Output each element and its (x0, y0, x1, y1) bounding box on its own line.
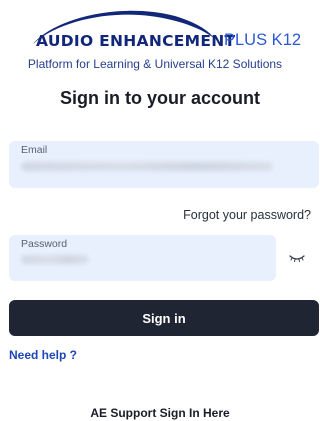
page-title: Sign in to your account (59, 88, 260, 108)
need-help-link[interactable]: Need help ? (9, 348, 77, 362)
ae-support-sign-in-link[interactable]: AE Support Sign In Here (0, 406, 320, 420)
email-field[interactable]: Email (9, 141, 319, 188)
password-label: Password (21, 238, 68, 250)
email-label: Email (21, 144, 48, 156)
logo-brand-text: AUDIO ENHANCEMENT (36, 32, 236, 50)
brand-logo: AUDIO ENHANCEMENT PLUS K12 Platform for … (0, 0, 310, 80)
password-value-redacted (21, 255, 89, 264)
sign-in-button[interactable]: Sign in (9, 300, 319, 336)
forgot-password-link[interactable]: Forgot your password? (183, 208, 311, 222)
email-value-redacted (21, 162, 273, 171)
logo-plus-text: PLUS K12 (224, 31, 302, 49)
eye-closed-icon (289, 255, 305, 262)
password-field[interactable]: Password (9, 235, 276, 281)
password-visibility-toggle[interactable] (282, 243, 312, 273)
logo-tagline: Platform for Learning & Universal K12 So… (27, 57, 283, 71)
